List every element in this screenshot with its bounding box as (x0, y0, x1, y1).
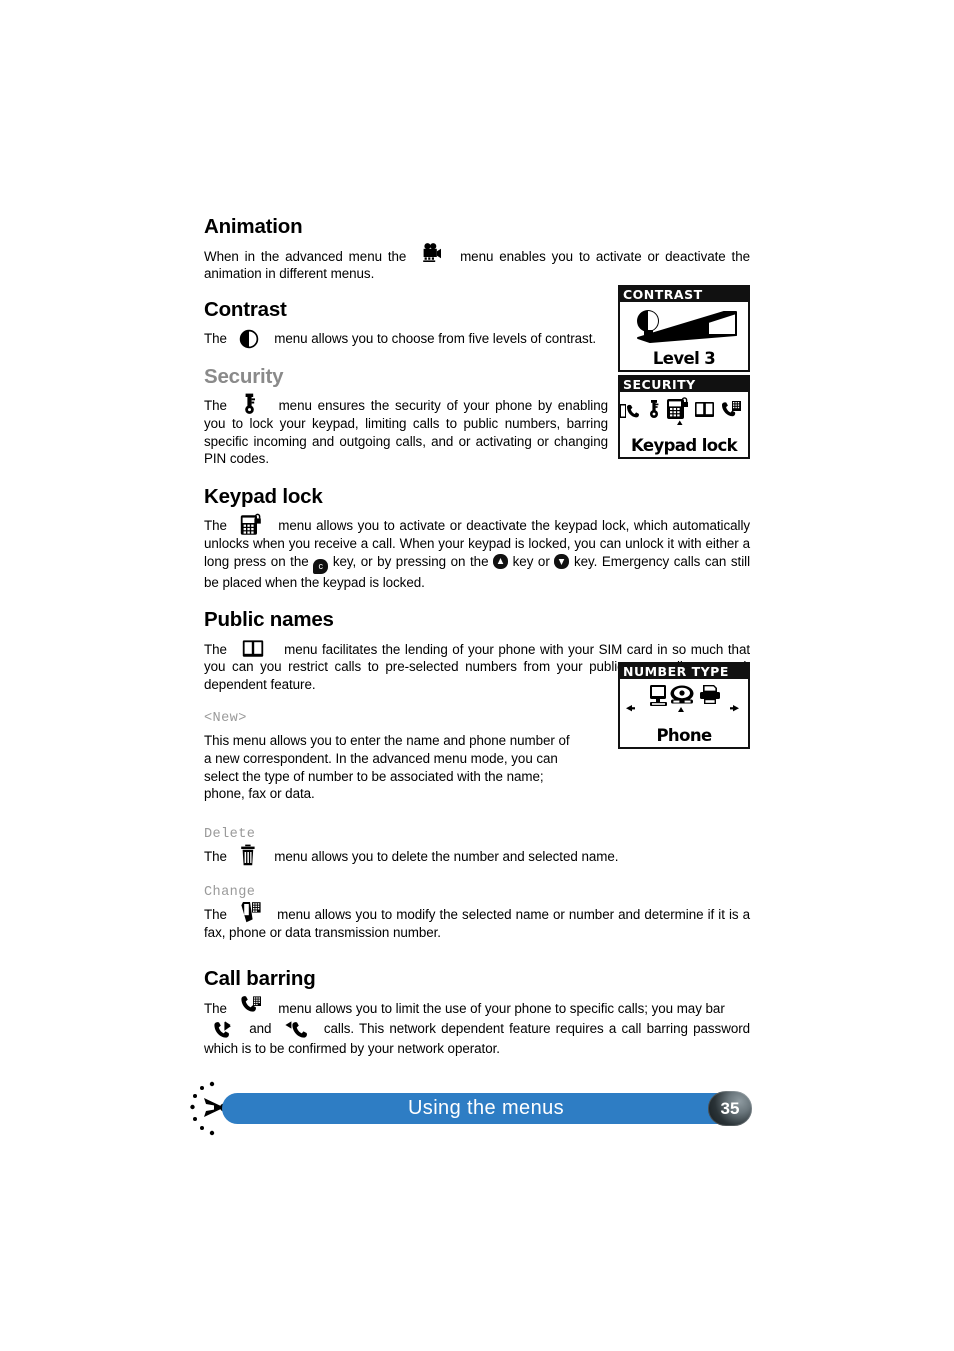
call-barring-and: and (249, 1021, 272, 1037)
trash-can-icon (231, 844, 271, 866)
subsection-label-change: Change (204, 885, 256, 901)
call-barring-text-part-1: menu allows you to limit the use of your… (278, 1001, 725, 1017)
outgoing-call-icon (277, 1021, 319, 1038)
security-text-before: The (204, 398, 227, 414)
section-heading-keypad-lock: Keypad lock (204, 484, 323, 508)
subsection-body-change: The menu allows you to modify the select… (204, 902, 751, 941)
lcd-title-contrast: CONTRAST (620, 287, 748, 302)
section-body-animation: When in the advanced menu the menu enabl… (204, 242, 750, 283)
call-barring-text-before: The (204, 1001, 227, 1017)
subsection-delete: Delete The menu allows you to delete the… (204, 827, 750, 866)
lcd-title-number-type: NUMBER TYPE (620, 664, 748, 679)
incoming-call-icon (204, 1021, 244, 1038)
call-barring-icon (231, 996, 275, 1017)
page-footer: Using the menus 35 (190, 1081, 752, 1136)
security-menu-icons (620, 392, 748, 437)
lcd-screen-contrast: CONTRAST Level 3 (618, 285, 750, 372)
section-body-call-barring: The menu allows you to limit the use of … (204, 996, 750, 1059)
section-call-barring: Call barring The menu allows you to limi… (204, 966, 750, 1060)
contrast-wedge-graphic (620, 302, 748, 350)
subsection-body-delete: The menu allows you to delete the number… (204, 844, 750, 866)
number-type-icons (620, 679, 748, 727)
contrast-text-after: menu allows you to choose from five leve… (274, 331, 597, 347)
contrast-text-before: The (204, 331, 227, 347)
delete-text-after: menu allows you to delete the number and… (274, 848, 619, 864)
lcd-screen-number-type: NUMBER TYPE Phone (618, 662, 750, 749)
lcd-label-security: Keypad lock (630, 436, 738, 455)
new-text: This menu allows you to enter the name a… (204, 733, 570, 802)
section-heading-call-barring: Call barring (204, 966, 316, 990)
section-keypad-lock: Keypad lock The menu allows you to activ… (204, 484, 750, 591)
section-heading-animation: Animation (204, 215, 303, 238)
phone-keypad-lock-icon (232, 514, 274, 536)
lcd-label-number-type: Phone (656, 726, 712, 745)
keypad-text-part-3: key or (512, 553, 550, 569)
lcd-screen-security: SECURITY Keypad lock (618, 375, 750, 459)
keypad-text-part-2: key, or by pressing on the (332, 553, 489, 569)
contrast-half-circle-icon (231, 330, 271, 349)
section-heading-public-names: Public names (204, 608, 334, 632)
open-book-icon (232, 640, 280, 658)
public-names-text-before: The (204, 641, 227, 657)
lcd-label-contrast: Level 3 (652, 349, 716, 368)
section-body-keypad-lock: The menu allows you to activate or deact… (204, 514, 750, 591)
lcd-title-security: SECURITY (620, 377, 748, 392)
key-c-button[interactable]: c (313, 558, 329, 574)
section-animation: Animation When in the advanced menu the (204, 215, 750, 283)
animation-text-before: When in the advanced menu the (204, 248, 407, 264)
key-down-button[interactable] (554, 553, 570, 569)
change-text-after: menu allows you to modify the selected n… (204, 907, 751, 941)
subsection-body-new: This menu allows you to enter the name a… (204, 732, 580, 802)
delete-text-before: The (204, 848, 227, 864)
change-text-before: The (204, 907, 227, 923)
key-up-button[interactable] (493, 553, 509, 569)
key-icon (233, 394, 273, 415)
footer-title: Using the menus (407, 1097, 565, 1119)
keypad-text-before: The (204, 518, 227, 534)
manual-page: Animation When in the advanced menu the (0, 0, 954, 1351)
page-number-badge: 35 (708, 1091, 752, 1126)
edit-phone-icon (231, 902, 273, 923)
movie-camera-icon (412, 242, 454, 265)
subsection-change: Change The menu allows you to modify the… (204, 885, 750, 941)
subsection-label-delete: Delete (204, 826, 256, 842)
security-text-after: menu ensures the security of your phone … (204, 398, 609, 467)
section-body-security: The menu ensures the security of your ph… (204, 394, 609, 467)
